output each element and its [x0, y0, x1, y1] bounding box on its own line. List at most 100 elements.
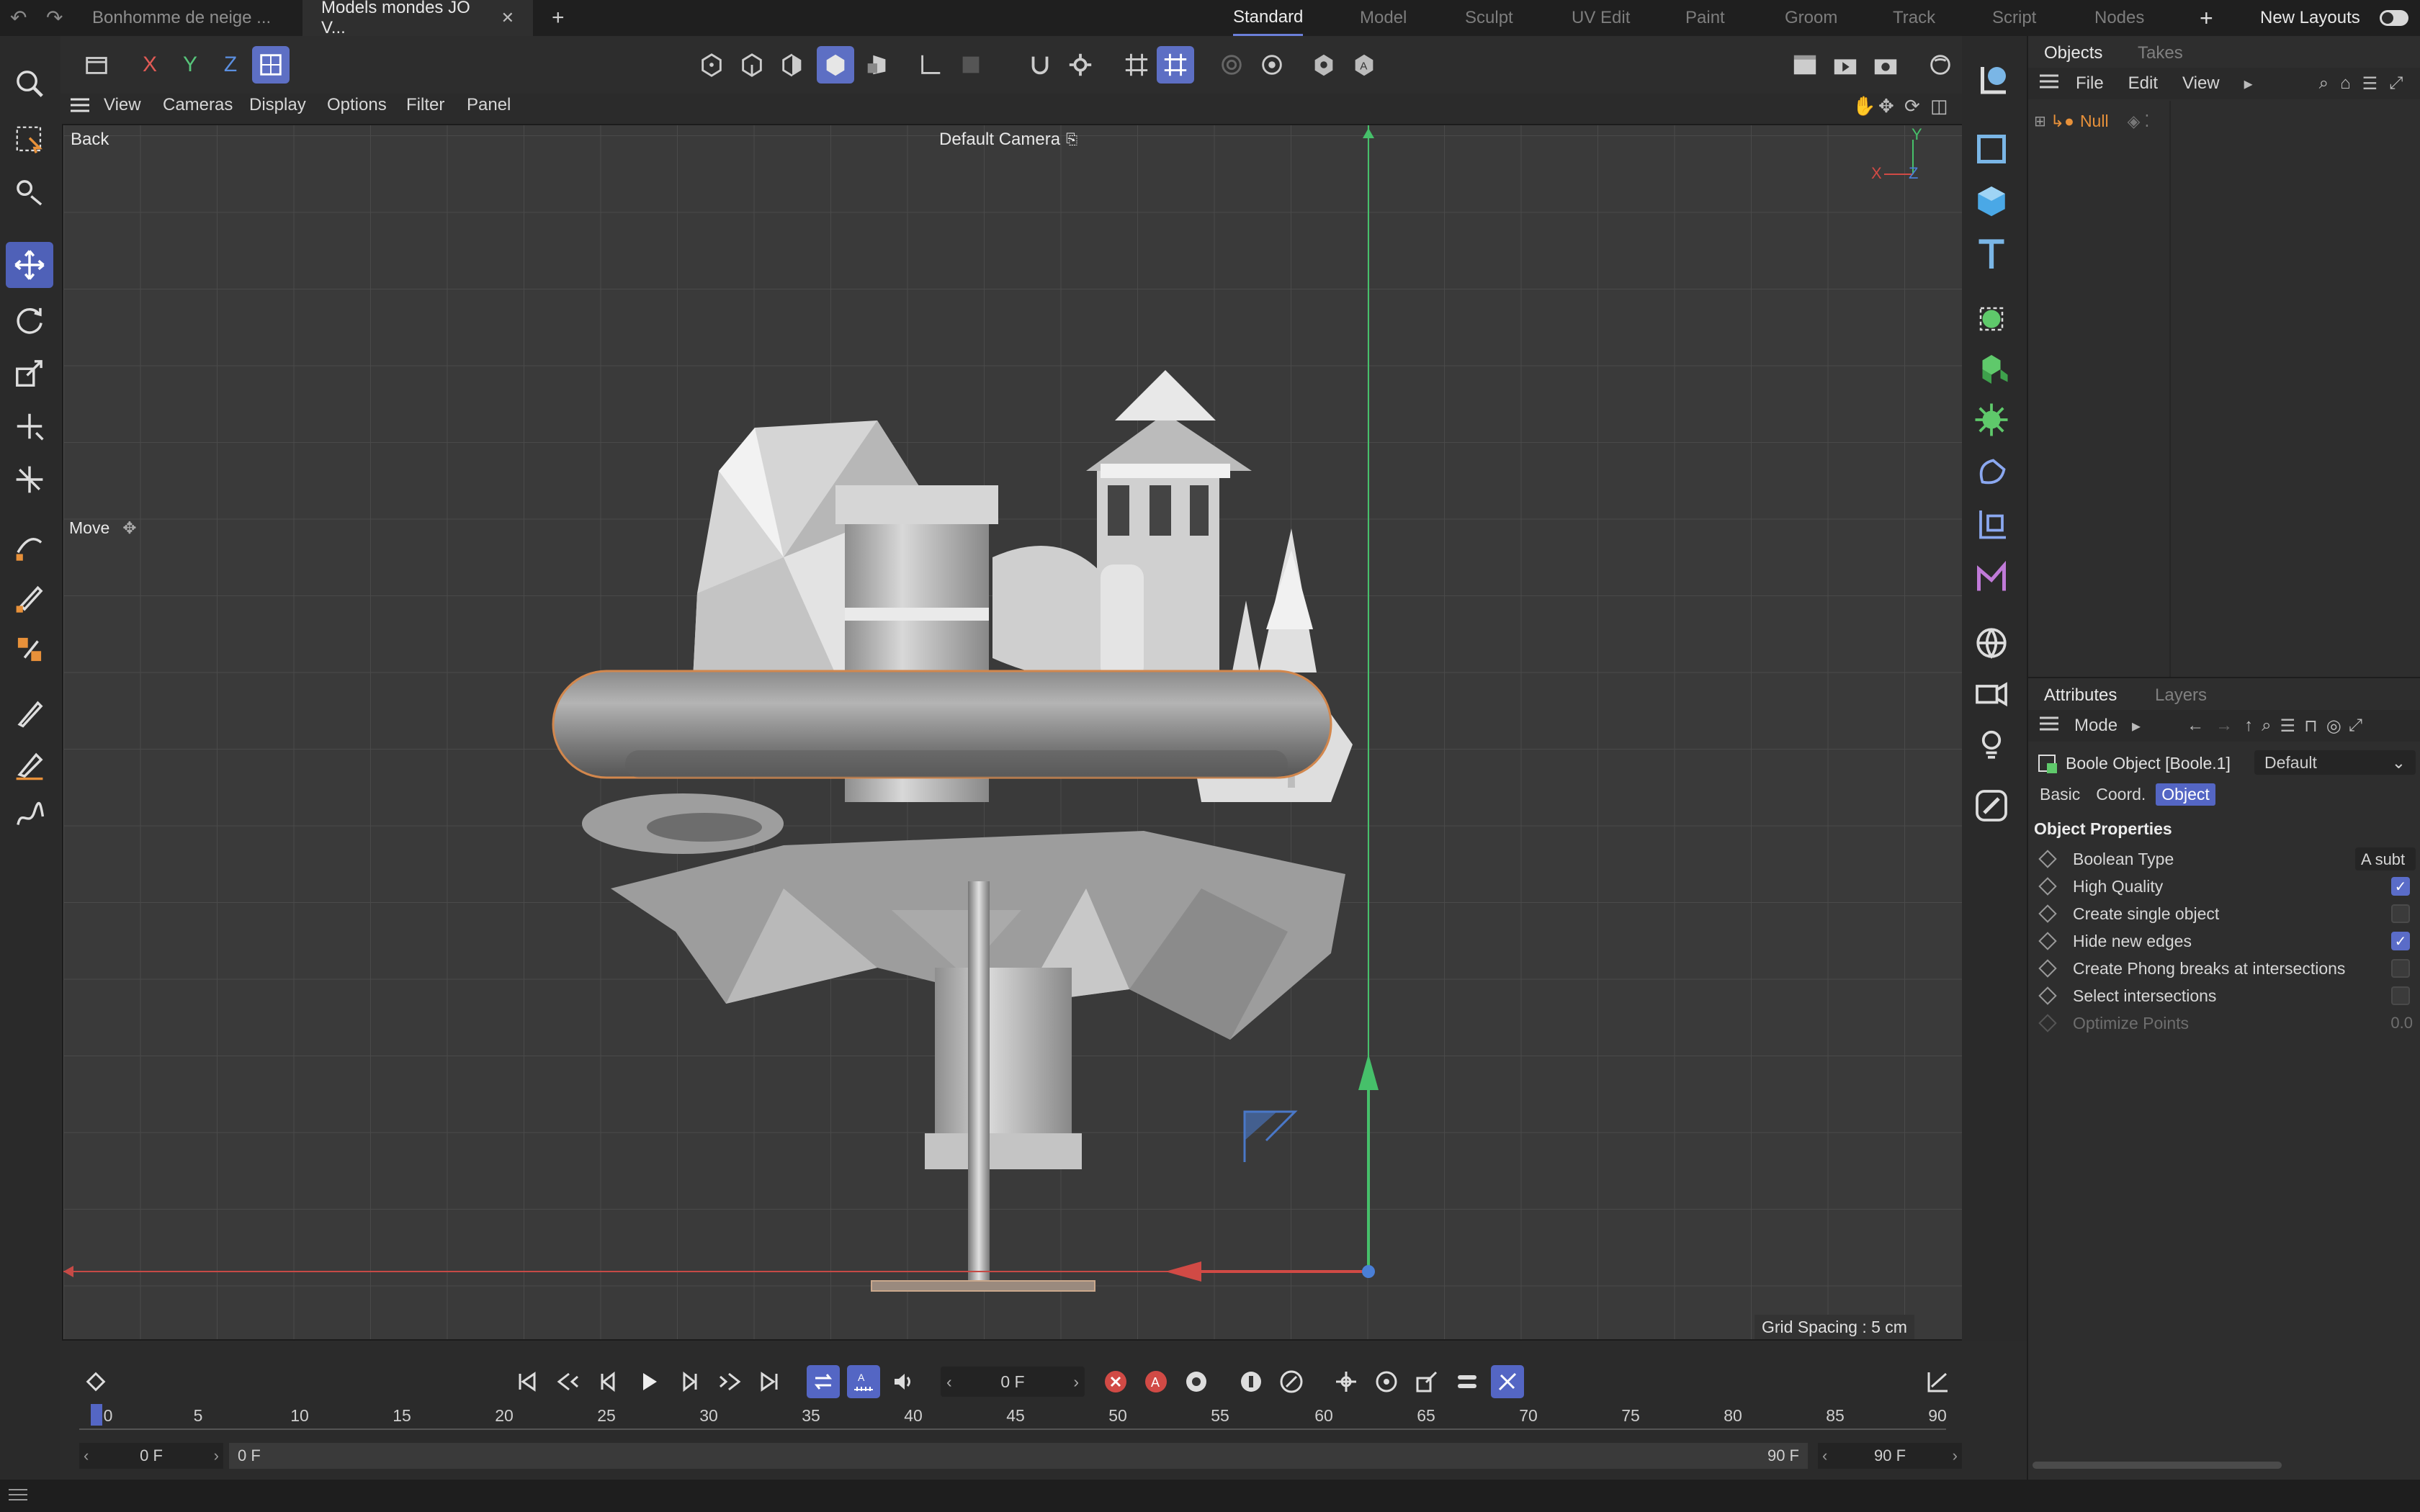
- viewport-menu-filter[interactable]: Filter: [406, 95, 444, 115]
- viewport-menu-panel[interactable]: Panel: [467, 95, 511, 115]
- effector-icon[interactable]: [1969, 397, 2014, 442]
- objects-menu-edit[interactable]: Edit: [2128, 73, 2158, 94]
- key-settings-icon[interactable]: [1180, 1365, 1213, 1398]
- previous-frame-icon[interactable]: [592, 1365, 625, 1398]
- preset-dropdown[interactable]: Default ⌄: [2254, 750, 2416, 775]
- hide-new-edges-checkbox[interactable]: ✓: [2391, 932, 2410, 950]
- hamburger-menu-icon[interactable]: [2038, 715, 2060, 737]
- solo-mode-icon[interactable]: [952, 46, 990, 84]
- layout-tab-sculpt[interactable]: Sculpt: [1465, 0, 1513, 36]
- subdivision-icon[interactable]: [1969, 297, 2014, 341]
- object-row-null[interactable]: ⊞ ↳● Null ◈ ⁚: [2034, 108, 2150, 134]
- keyframe-diamond-icon[interactable]: [2038, 932, 2057, 950]
- paint-brush-icon[interactable]: [6, 690, 53, 736]
- previous-key-icon[interactable]: [552, 1365, 585, 1398]
- up-arrow-icon[interactable]: ↑: [2244, 716, 2253, 736]
- transfer-tool-icon[interactable]: [6, 403, 53, 449]
- rotation-key-icon[interactable]: [1370, 1365, 1403, 1398]
- object-manager-icon[interactable]: [78, 46, 115, 84]
- scale-tool-icon[interactable]: [6, 350, 53, 396]
- cloner-icon[interactable]: [1969, 347, 2014, 392]
- doc-tab-2[interactable]: Models mondes JO V... ✕: [302, 0, 533, 37]
- tab-objects[interactable]: Objects: [2044, 43, 2102, 63]
- layout-tab-uv-edit[interactable]: UV Edit: [1572, 0, 1630, 36]
- filter-icon[interactable]: ☰: [2362, 73, 2378, 94]
- more-arrow-icon[interactable]: ▸: [2244, 73, 2253, 94]
- redshift-icon[interactable]: [1922, 46, 1959, 84]
- new-tab-button[interactable]: +: [533, 0, 583, 36]
- tweak-icon[interactable]: [6, 170, 53, 216]
- layout-tab-standard[interactable]: Standard: [1233, 0, 1304, 36]
- tab-attributes[interactable]: Attributes: [2044, 685, 2117, 706]
- sound-icon[interactable]: [887, 1365, 920, 1398]
- point-level-animation-icon[interactable]: [1491, 1365, 1524, 1398]
- doc-tab-1[interactable]: Bonhomme de neige ...: [73, 0, 302, 36]
- viewport-menu-cameras[interactable]: Cameras: [163, 95, 233, 115]
- layout-tab-model[interactable]: Model: [1360, 0, 1407, 36]
- horizontal-scrollbar[interactable]: [2033, 1462, 2282, 1469]
- knife-icon[interactable]: [6, 742, 53, 788]
- boolean-type-dropdown[interactable]: A subt: [2355, 847, 2416, 870]
- home-icon[interactable]: ⌂: [2340, 73, 2351, 94]
- magnet-snap-icon[interactable]: [1021, 46, 1059, 84]
- layout-tab-track[interactable]: Track: [1893, 0, 1935, 36]
- next-key-icon[interactable]: [713, 1365, 746, 1398]
- camera-label[interactable]: Default Camera ⎘: [939, 130, 1077, 150]
- move-tool-icon[interactable]: [6, 242, 53, 288]
- preview-range-bar[interactable]: 0 F 90 F: [229, 1443, 1808, 1469]
- field-icon[interactable]: [1969, 503, 2014, 547]
- status-menu-icon[interactable]: [7, 1487, 29, 1508]
- undo-icon[interactable]: ↶: [10, 6, 27, 30]
- next-frame-icon[interactable]: [673, 1365, 706, 1398]
- new-window-icon[interactable]: ⤢: [2349, 716, 2362, 736]
- subtab-object[interactable]: Object: [2156, 783, 2215, 806]
- subtab-coord[interactable]: Coord.: [2090, 783, 2151, 806]
- zoom-view-icon[interactable]: ✥: [1878, 95, 1894, 117]
- lock-y-button[interactable]: Y: [171, 46, 209, 84]
- tool-hud[interactable]: Move ✥: [69, 518, 137, 538]
- polygons-mode-icon[interactable]: [774, 46, 811, 84]
- spline-draw-icon[interactable]: [6, 793, 53, 840]
- lock-x-button[interactable]: X: [131, 46, 169, 84]
- filter-icon[interactable]: ☰: [2280, 716, 2296, 737]
- redo-icon[interactable]: ↷: [46, 6, 63, 30]
- search-icon[interactable]: [6, 60, 53, 107]
- chevron-left-icon[interactable]: ‹: [1822, 1446, 1827, 1465]
- object-name[interactable]: Null: [2080, 112, 2109, 131]
- autokeying-icon[interactable]: A: [1139, 1365, 1173, 1398]
- high-quality-checkbox[interactable]: ✓: [2391, 877, 2410, 896]
- keyframe-diamond-icon[interactable]: [2038, 850, 2057, 868]
- viewport-menu-view[interactable]: View: [104, 95, 141, 115]
- keyframe-icon[interactable]: [79, 1365, 112, 1398]
- render-settings-icon[interactable]: [1867, 46, 1904, 84]
- keyframe-diamond-icon[interactable]: [2038, 904, 2057, 923]
- rotate-view-icon[interactable]: ⟳: [1904, 95, 1920, 117]
- render-view-icon[interactable]: [1786, 46, 1824, 84]
- sketch-pen-icon[interactable]: [6, 575, 53, 621]
- current-frame-field[interactable]: ‹ 0 F ›: [941, 1367, 1085, 1397]
- mode-menu[interactable]: Mode: [2074, 716, 2118, 736]
- search-icon[interactable]: ⌕: [2319, 73, 2329, 94]
- keyframe-selection-icon[interactable]: [1234, 1365, 1268, 1398]
- visibility-icon[interactable]: [1305, 46, 1343, 84]
- playhead[interactable]: [91, 1404, 102, 1426]
- tag-icon[interactable]: [1969, 783, 2014, 828]
- search-icon[interactable]: ⌕: [2262, 716, 2271, 736]
- hamburger-menu-icon[interactable]: [2038, 73, 2060, 95]
- texture-mode-icon[interactable]: [859, 46, 896, 84]
- layout-tab-nodes[interactable]: Nodes: [2094, 0, 2144, 36]
- create-single-object-checkbox[interactable]: [2391, 904, 2410, 923]
- deformer-icon[interactable]: [1969, 451, 2014, 495]
- spline-rectangle-icon[interactable]: [1969, 127, 2014, 171]
- motion-key-icon[interactable]: [1275, 1365, 1308, 1398]
- axis-mode-icon[interactable]: [912, 46, 949, 84]
- hamburger-menu-icon[interactable]: [69, 96, 91, 119]
- chevron-right-icon[interactable]: ›: [1953, 1446, 1958, 1465]
- points-mode-icon[interactable]: [693, 46, 730, 84]
- chevron-right-icon[interactable]: ›: [1073, 1372, 1079, 1392]
- keyframe-diamond-icon[interactable]: [2038, 986, 2057, 1005]
- play-icon[interactable]: [632, 1365, 666, 1398]
- new-window-icon[interactable]: ⤢: [2389, 73, 2403, 94]
- transform-tool-icon[interactable]: [6, 456, 53, 503]
- keyframe-diamond-icon[interactable]: [2038, 877, 2057, 896]
